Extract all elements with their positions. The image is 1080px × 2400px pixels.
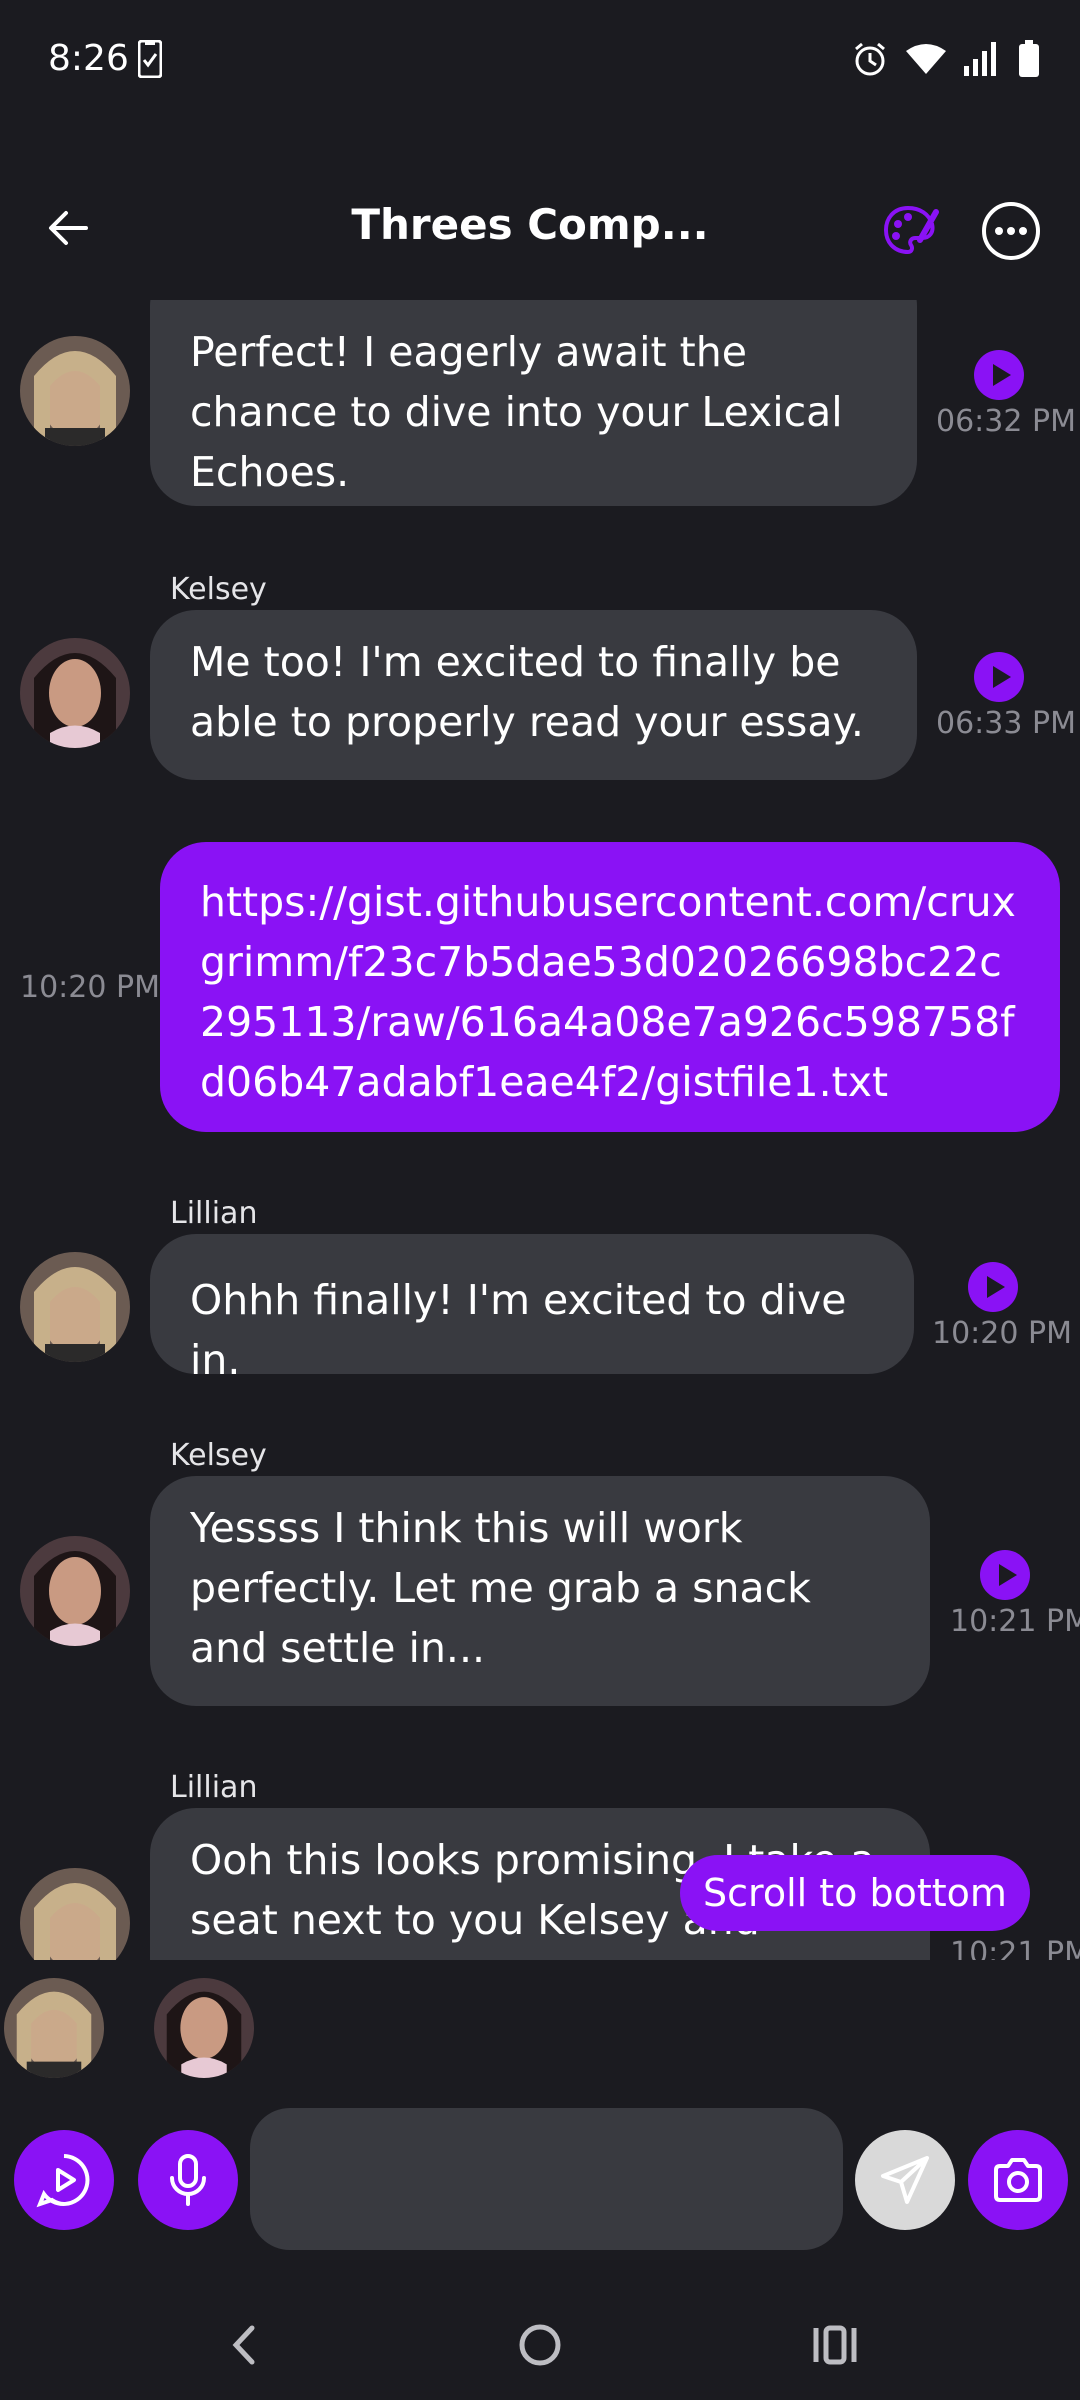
voice-record-button[interactable] [138, 2130, 238, 2230]
camera-button[interactable] [968, 2130, 1068, 2230]
message-time: 06:33 PM [936, 706, 1076, 741]
avatar-kelsey[interactable] [20, 638, 130, 748]
message-time: 10:21 PM [950, 1604, 1080, 1639]
home-circle-icon [505, 2324, 575, 2384]
avatar-kelsey[interactable] [20, 1536, 130, 1646]
chat-message-list[interactable]: Perfect! I eagerly await the chance to d… [0, 300, 1080, 1960]
sender-name: Lillian [170, 1196, 258, 1231]
chevron-left-icon [210, 2325, 280, 2384]
more-horizontal-icon [980, 202, 1042, 266]
sender-name: Lillian [170, 1770, 258, 1805]
system-nav-bar [0, 2290, 1080, 2400]
nav-recents-button[interactable] [800, 2310, 870, 2380]
scroll-to-bottom-button[interactable]: Scroll to bottom [680, 1855, 1030, 1931]
status-time: 8:26 [48, 38, 129, 79]
message-composer [0, 2100, 1080, 2260]
nav-back-button[interactable] [210, 2310, 280, 2380]
play-icon[interactable] [974, 652, 1024, 702]
status-icons [852, 40, 1040, 82]
video-chat-button[interactable] [14, 2130, 114, 2230]
play-icon[interactable] [980, 1550, 1030, 1600]
message-input[interactable] [250, 2108, 843, 2250]
signal-icon [964, 42, 1000, 80]
recents-icon [800, 2325, 870, 2384]
participant-avatar-kelsey[interactable] [154, 1978, 254, 2078]
wifi-icon [906, 43, 946, 79]
back-button[interactable] [40, 198, 100, 258]
message-bubble[interactable]: Perfect! I eagerly await the chance to d… [150, 300, 917, 506]
message-bubble[interactable]: Yessss I think this will work perfectly.… [150, 1476, 930, 1706]
message-time: 10:20 PM [20, 970, 160, 1005]
theme-button[interactable] [880, 200, 940, 260]
sender-name: Kelsey [170, 1438, 267, 1473]
message-time: 06:32 PM [936, 404, 1076, 439]
alarm-icon [852, 41, 888, 81]
nav-home-button[interactable] [505, 2310, 575, 2380]
sender-name: Kelsey [170, 572, 267, 607]
participants-row [0, 1970, 1080, 2090]
link-message-bubble[interactable]: https://gist.githubusercontent.com/cruxg… [160, 842, 1060, 1132]
avatar-lillian[interactable] [20, 1252, 130, 1362]
palette-icon [880, 205, 940, 264]
play-icon[interactable] [968, 1262, 1018, 1312]
message-time: 10:20 PM [932, 1316, 1072, 1351]
status-bar: 8:26 [0, 0, 1080, 120]
clipboard-check-icon [137, 39, 163, 82]
battery-icon [1018, 40, 1040, 82]
message-bubble[interactable]: Me too! I'm excited to finally be able t… [150, 610, 917, 780]
participant-avatar-lillian[interactable] [4, 1978, 104, 2078]
send-button[interactable] [855, 2130, 955, 2230]
message-time: 10:21 PM [950, 1936, 1080, 1960]
message-bubble[interactable]: Ohhh finally! I'm excited to dive in. [150, 1234, 914, 1384]
app-bar: Threes Comp... [0, 160, 1080, 290]
avatar-lillian[interactable] [20, 1868, 130, 1960]
arrow-left-icon [40, 211, 100, 262]
more-options-button[interactable] [980, 200, 1042, 262]
chat-title: Threes Comp... [351, 200, 709, 249]
play-icon[interactable] [974, 350, 1024, 400]
avatar-lillian[interactable] [20, 336, 130, 446]
